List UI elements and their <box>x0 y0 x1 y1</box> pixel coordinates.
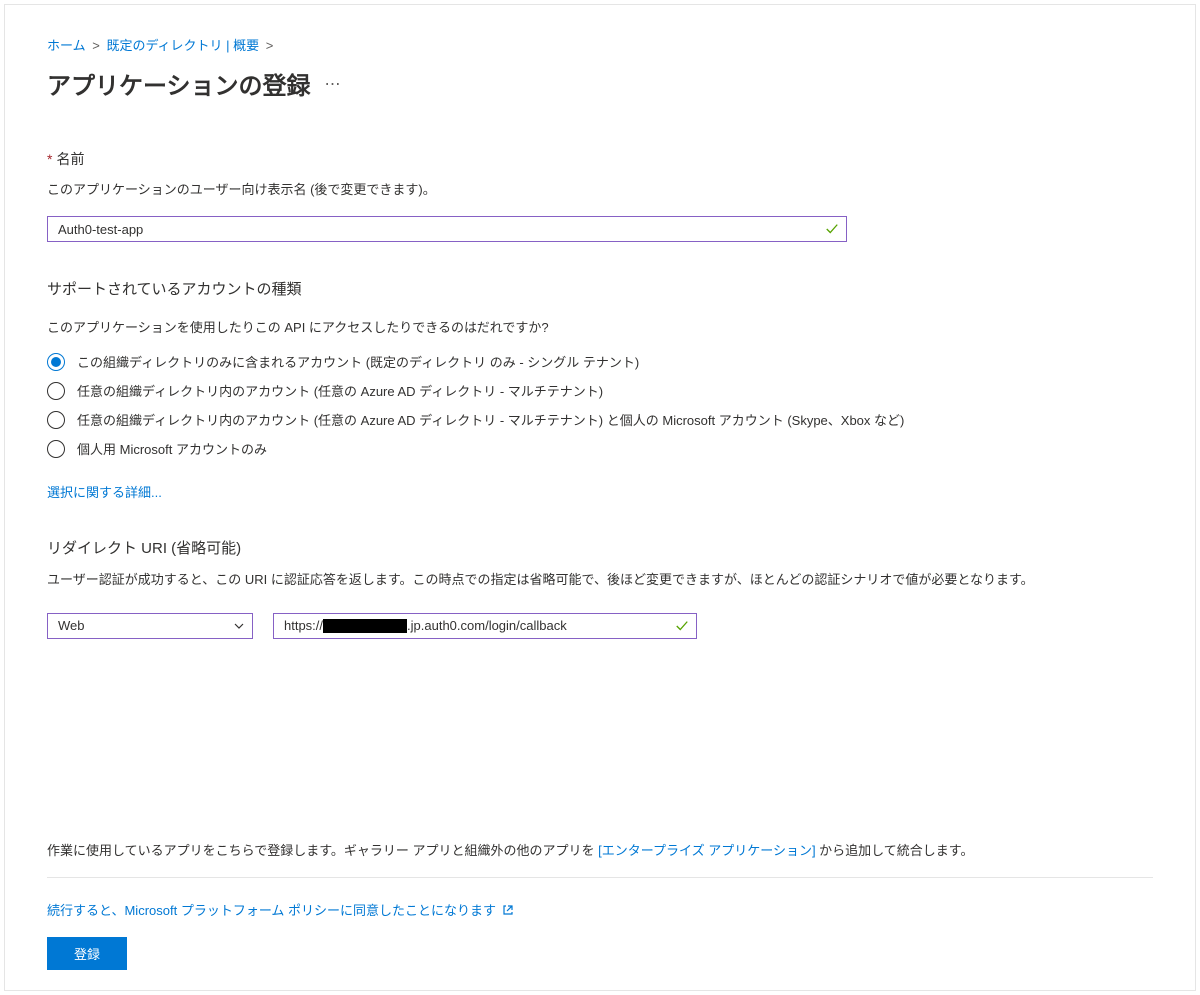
breadcrumb-sep: > <box>92 38 100 53</box>
check-icon <box>825 222 839 236</box>
page-title: アプリケーションの登録 <box>47 66 311 101</box>
redirect-uri-desc: ユーザー認証が成功すると、この URI に認証応答を返します。この時点での指定は… <box>47 570 1047 591</box>
radio-label: 任意の組織ディレクトリ内のアカウント (任意の Azure AD ディレクトリ … <box>77 410 904 429</box>
radio-icon <box>47 440 65 458</box>
policy-link[interactable]: 続行すると、Microsoft プラットフォーム ポリシーに同意したことになりま… <box>47 900 496 919</box>
breadcrumb-directory[interactable]: 既定のディレクトリ | 概要 <box>106 38 259 53</box>
register-button[interactable]: 登録 <box>47 937 127 970</box>
radio-label: この組織ディレクトリのみに含まれるアカウント (既定のディレクトリ のみ - シ… <box>77 352 639 371</box>
radio-icon <box>47 353 65 371</box>
external-link-icon <box>502 904 514 916</box>
platform-select[interactable]: Web <box>47 613 253 639</box>
radio-label: 任意の組織ディレクトリ内のアカウント (任意の Azure AD ディレクトリ … <box>77 381 603 400</box>
breadcrumb: ホーム > 既定のディレクトリ | 概要 > <box>47 35 1153 54</box>
name-helper: このアプリケーションのユーザー向け表示名 (後で変更できます)。 <box>47 179 1153 198</box>
uri-prefix: https:// <box>284 618 323 633</box>
redirect-uri-heading: リダイレクト URI (省略可能) <box>47 537 1153 558</box>
account-type-help-link[interactable]: 選択に関する詳細... <box>47 485 162 500</box>
radio-icon <box>47 382 65 400</box>
platform-select-value: Web <box>58 618 85 633</box>
required-indicator: * <box>47 151 52 167</box>
redirect-uri-section: リダイレクト URI (省略可能) ユーザー認証が成功すると、この URI に認… <box>47 537 1153 639</box>
uri-redacted <box>323 619 407 633</box>
account-type-option-multi-tenant[interactable]: 任意の組織ディレクトリ内のアカウント (任意の Azure AD ディレクトリ … <box>47 381 1153 400</box>
footer-note-before: 作業に使用しているアプリをこちらで登録します。ギャラリー アプリと組織外の他のア… <box>47 843 598 858</box>
account-type-question: このアプリケーションを使用したりこの API にアクセスしたりできるのはだれです… <box>47 317 1153 336</box>
breadcrumb-sep: > <box>266 38 274 53</box>
footer-note: 作業に使用しているアプリをこちらで登録します。ギャラリー アプリと組織外の他のア… <box>47 840 1153 859</box>
account-type-radio-group: この組織ディレクトリのみに含まれるアカウント (既定のディレクトリ のみ - シ… <box>47 352 1153 458</box>
chevron-down-icon <box>233 620 245 632</box>
account-type-option-multi-tenant-personal[interactable]: 任意の組織ディレクトリ内のアカウント (任意の Azure AD ディレクトリ … <box>47 410 1153 429</box>
radio-icon <box>47 411 65 429</box>
redirect-uri-input[interactable]: https:// .jp.auth0.com/login/callback <box>273 613 697 639</box>
name-input[interactable] <box>47 216 847 242</box>
divider <box>47 877 1153 878</box>
radio-label: 個人用 Microsoft アカウントのみ <box>77 439 267 458</box>
name-label: 名前 <box>56 149 84 169</box>
enterprise-apps-link[interactable]: [エンタープライズ アプリケーション] <box>598 843 815 858</box>
account-type-option-single-tenant[interactable]: この組織ディレクトリのみに含まれるアカウント (既定のディレクトリ のみ - シ… <box>47 352 1153 371</box>
name-section: * 名前 このアプリケーションのユーザー向け表示名 (後で変更できます)。 <box>47 149 1153 242</box>
account-type-section: サポートされているアカウントの種類 このアプリケーションを使用したりこの API… <box>47 278 1153 501</box>
breadcrumb-home[interactable]: ホーム <box>47 38 86 53</box>
account-type-heading: サポートされているアカウントの種類 <box>47 278 1153 299</box>
more-actions-button[interactable]: ⋯ <box>325 74 343 94</box>
account-type-option-personal-only[interactable]: 個人用 Microsoft アカウントのみ <box>47 439 1153 458</box>
check-icon <box>675 619 689 633</box>
footer-note-after: から追加して統合します。 <box>816 843 974 858</box>
uri-suffix: .jp.auth0.com/login/callback <box>407 618 567 633</box>
